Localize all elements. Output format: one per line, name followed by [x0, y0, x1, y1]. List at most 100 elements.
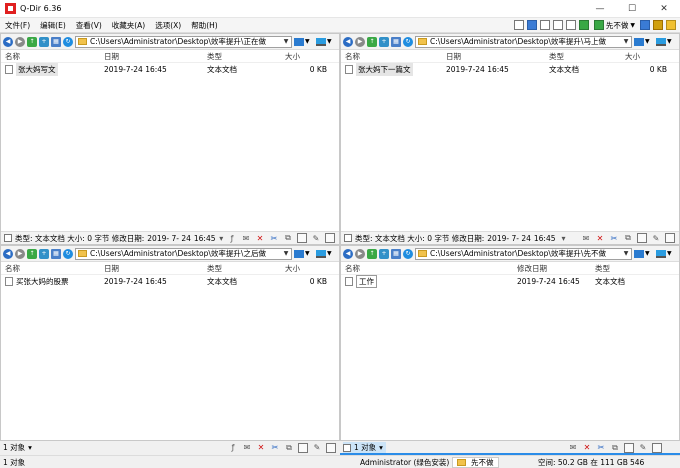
layout-select[interactable]: ▼ — [634, 249, 654, 258]
refresh-icon[interactable]: ↻ — [403, 36, 413, 47]
new-folder-icon[interactable]: + — [39, 36, 49, 47]
file-name-edit[interactable]: 工作 — [356, 275, 377, 288]
new-folder-icon[interactable]: + — [379, 248, 389, 259]
layout-grid-icon[interactable] — [513, 20, 524, 30]
status-time[interactable]: 16:45 — [534, 234, 556, 243]
cut-icon[interactable]: ✂ — [270, 443, 280, 453]
rename-icon[interactable]: ✎ — [312, 443, 322, 453]
menu-help[interactable]: 帮助(H) — [186, 18, 223, 33]
chevron-down-icon[interactable]: ▼ — [621, 38, 631, 45]
address-bar[interactable]: C:\Users\Administrator\Desktop\效率提升\先不做 … — [415, 247, 632, 260]
new-folder-icon[interactable]: + — [39, 248, 49, 259]
file-row[interactable]: 张大妈写文 2019-7-24 16:45 文本文档 0 KB — [1, 63, 339, 76]
view-mode-icon[interactable]: ▦ — [51, 248, 61, 259]
select-checkbox[interactable] — [343, 443, 351, 452]
column-size[interactable]: 大小 — [625, 51, 675, 62]
back-icon[interactable]: ◀ — [3, 36, 13, 47]
refresh-icon[interactable]: ↻ — [63, 36, 73, 47]
properties-icon[interactable] — [326, 442, 336, 453]
copy-icon[interactable]: ⧉ — [283, 233, 293, 243]
back-icon[interactable]: ◀ — [3, 248, 13, 259]
column-type[interactable]: 类型 — [207, 263, 285, 274]
select-checkbox[interactable] — [344, 234, 352, 242]
rename-icon[interactable]: ✎ — [311, 233, 321, 243]
properties-icon[interactable] — [665, 233, 675, 243]
star-icon[interactable] — [653, 20, 663, 30]
column-name[interactable]: 名称 — [341, 51, 446, 62]
back-icon[interactable]: ◀ — [343, 248, 353, 259]
menu-file[interactable]: 文件(F) — [0, 18, 35, 33]
forward-icon[interactable]: ▶ — [355, 248, 365, 259]
maximize-button[interactable]: ☐ — [616, 0, 648, 18]
chevron-down-icon[interactable]: ▼ — [281, 250, 291, 257]
column-type[interactable]: 类型 — [549, 51, 625, 62]
properties-icon[interactable] — [652, 442, 662, 453]
status-date[interactable]: 2019- 7- 24 — [147, 234, 191, 243]
monitor-select[interactable]: ▼ — [656, 37, 676, 46]
layout-rows-icon[interactable] — [552, 20, 563, 30]
file-row[interactable]: 工作 2019-7-24 16:45 文本文档 — [341, 275, 679, 288]
column-date[interactable]: 日期 — [104, 263, 207, 274]
menu-favorites[interactable]: 收藏夹(A) — [107, 18, 150, 33]
column-name[interactable]: 名称 — [341, 263, 517, 274]
address-bar[interactable]: C:\Users\Administrator\Desktop\效率提升\正在做 … — [75, 35, 292, 48]
menu-options[interactable]: 选项(X) — [150, 18, 186, 33]
back-icon[interactable]: ◀ — [343, 36, 353, 47]
paste-icon[interactable] — [624, 442, 634, 453]
address-bar[interactable]: C:\Users\Administrator\Desktop\效率提升\之后做 … — [75, 247, 292, 260]
column-date[interactable]: 日期 — [104, 51, 207, 62]
mail-icon[interactable]: ✉ — [242, 443, 252, 453]
up-folder-icon[interactable]: ↑ — [367, 36, 377, 47]
column-name[interactable]: 名称 — [1, 263, 104, 274]
address-bar[interactable]: C:\Users\Administrator\Desktop\效率提升\马上做 … — [415, 35, 632, 48]
layout-quad-icon[interactable] — [565, 20, 576, 30]
refresh-icon[interactable]: ↻ — [403, 248, 413, 259]
chevron-down-icon[interactable]: ▾ — [559, 233, 569, 243]
chevron-down-icon[interactable]: ▼ — [281, 38, 291, 45]
refresh-icon[interactable]: ↻ — [63, 248, 73, 259]
view-mode-icon[interactable]: ▦ — [391, 248, 401, 259]
layout-select[interactable]: ▼ — [634, 37, 654, 46]
status-date[interactable]: 2019- 7- 24 — [487, 234, 531, 243]
column-size[interactable]: 大小 — [285, 51, 335, 62]
view-mode-icon[interactable]: ▦ — [391, 36, 401, 47]
column-type[interactable]: 类型 — [595, 263, 675, 274]
up-folder-icon[interactable]: ↑ — [367, 248, 377, 259]
mail-icon[interactable]: ✉ — [581, 233, 591, 243]
forward-icon[interactable]: ▶ — [15, 36, 25, 47]
file-row[interactable]: 张大妈下一篇文 2019-7-24 16:45 文本文档 0 KB — [341, 63, 679, 76]
layout-single-icon[interactable] — [526, 20, 537, 30]
chevron-down-icon[interactable]: ▾ — [379, 443, 383, 452]
delete-icon[interactable]: ✕ — [595, 233, 605, 243]
paste-icon[interactable] — [297, 233, 307, 243]
up-folder-icon[interactable]: ↑ — [27, 36, 37, 47]
minimize-button[interactable]: — — [584, 0, 616, 18]
copy-icon[interactable]: ⧉ — [284, 443, 294, 453]
menu-view[interactable]: 查看(V) — [71, 18, 107, 33]
up-folder-icon[interactable]: ↑ — [27, 248, 37, 259]
layout-select[interactable]: ▼ — [294, 37, 314, 46]
attribute-icon[interactable]: ƒ — [228, 443, 238, 453]
column-name[interactable]: 名称 — [1, 51, 104, 62]
delete-icon[interactable]: ✕ — [255, 233, 265, 243]
status-time[interactable]: 16:45 — [194, 234, 216, 243]
select-checkbox[interactable] — [4, 234, 12, 242]
file-row[interactable]: 买张大妈的股票 2019-7-24 16:45 文本文档 0 KB — [1, 275, 339, 288]
cut-icon[interactable]: ✂ — [609, 233, 619, 243]
chevron-down-icon[interactable]: ▾ — [219, 233, 225, 243]
copy-icon[interactable]: ⧉ — [623, 233, 633, 243]
layout-columns-icon[interactable] — [539, 20, 550, 30]
new-folder-icon[interactable]: + — [379, 36, 389, 47]
column-type[interactable]: 类型 — [207, 51, 285, 62]
delete-icon[interactable]: ✕ — [256, 443, 266, 453]
forward-icon[interactable]: ▶ — [15, 248, 25, 259]
column-size[interactable]: 大小 — [285, 263, 335, 274]
cut-icon[interactable]: ✂ — [269, 233, 279, 243]
monitor-select[interactable]: ▼ — [656, 249, 676, 258]
paste-icon[interactable] — [298, 442, 308, 453]
rename-icon[interactable]: ✎ — [651, 233, 661, 243]
properties-icon[interactable] — [325, 233, 335, 243]
column-modified[interactable]: 修改日期 — [517, 263, 595, 274]
refresh-layout-icon[interactable] — [578, 20, 589, 30]
mail-icon[interactable]: ✉ — [241, 233, 251, 243]
